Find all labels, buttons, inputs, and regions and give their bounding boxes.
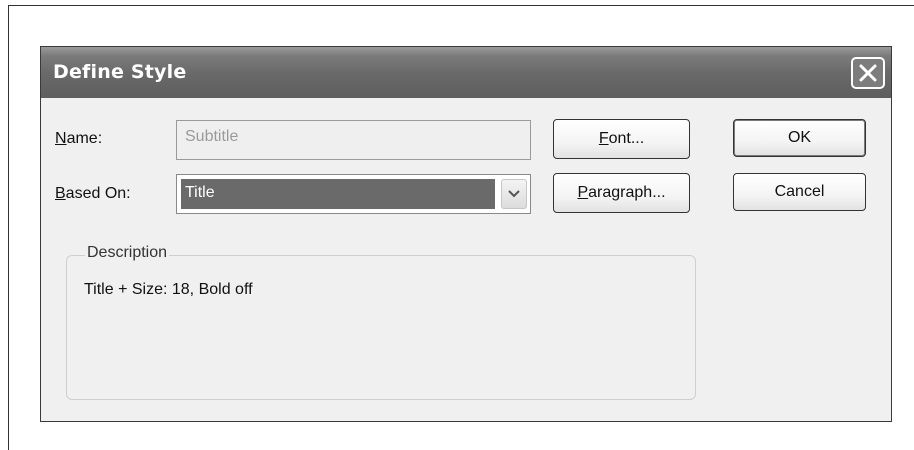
cancel-button[interactable]: Cancel [733,173,866,211]
chevron-down-icon [508,185,520,203]
title-bar[interactable]: Define Style [41,47,891,98]
based-on-label-text: ased On: [65,185,131,202]
font-button-label: ont... [608,130,645,147]
font-button[interactable]: Font... [553,119,690,159]
ok-button[interactable]: OK [733,119,866,157]
dropdown-button[interactable] [501,179,527,209]
based-on-label: Based On: [55,185,131,203]
page-border-left [8,5,9,450]
description-legend: Description [85,244,170,262]
close-icon [858,63,878,83]
dialog-body: Name: Subtitle Based On: Title Font... P… [41,98,891,421]
name-label-accesskey: N [55,130,67,147]
define-style-dialog: Define Style Name: Subtitle Based On: Ti… [40,46,892,422]
description-group: Description [66,244,696,400]
close-button[interactable] [851,57,885,89]
paragraph-button[interactable]: Paragraph... [553,173,690,213]
based-on-label-accesskey: B [55,185,66,202]
based-on-selected-value[interactable]: Title [181,179,495,209]
font-button-accesskey: F [598,130,609,147]
name-label-text: ame: [66,130,103,147]
name-label: Name: [55,130,102,148]
name-field[interactable]: Subtitle [176,120,531,160]
dialog-title: Define Style [53,61,187,83]
paragraph-button-accesskey: P [577,184,589,201]
paragraph-button-label: aragraph... [588,184,666,201]
page-border-top [8,5,914,6]
based-on-select[interactable]: Title [176,174,531,214]
style-description: Title + Size: 18, Bold off [84,281,253,298]
